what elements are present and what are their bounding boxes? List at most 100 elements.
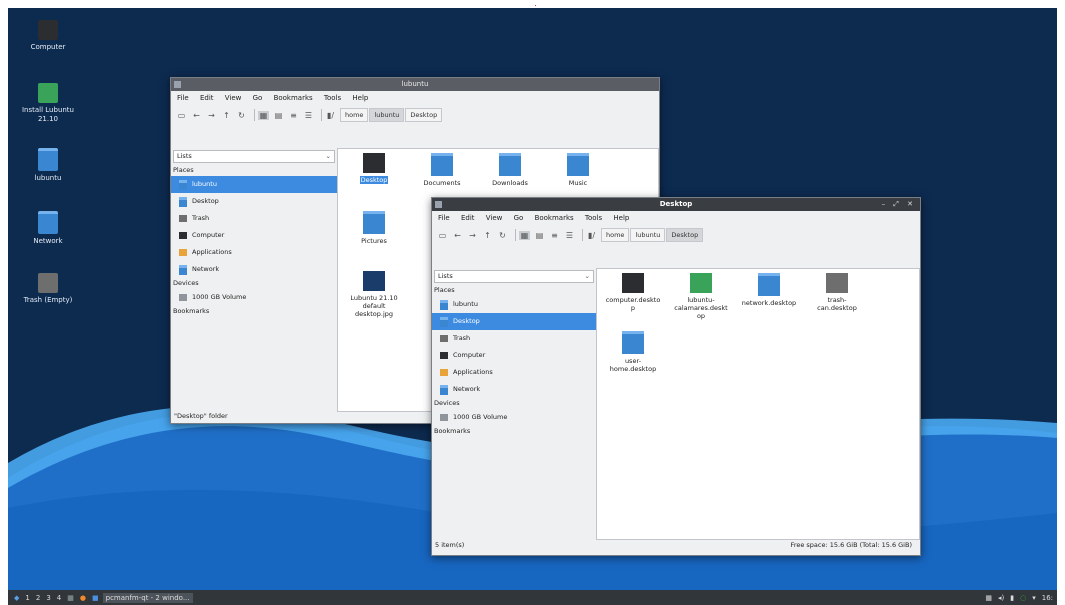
file-item[interactable]: trash- can.desktop [801,273,873,312]
menu-view[interactable]: View [486,214,503,222]
sidebar-item-trash[interactable]: Trash [171,210,337,227]
up-icon[interactable]: ↑ [482,231,493,240]
menu-bookmarks[interactable]: Bookmarks [274,94,313,102]
bookmarks-heading: Bookmarks [434,427,471,435]
file-item[interactable]: Lubuntu 21.10 default desktop.jpg [338,271,410,318]
reload-icon[interactable]: ↻ [497,231,508,240]
file-item[interactable]: Pictures [338,211,410,245]
breadcrumb-desktop[interactable]: Desktop [405,108,443,122]
workspace-3[interactable]: 3 [46,594,50,602]
sidebar-item-applications[interactable]: Applications [171,244,337,261]
forward-icon[interactable]: → [467,231,478,240]
file-item[interactable]: Desktop [338,153,410,184]
path-root-icon[interactable]: ▮/ [325,111,336,120]
firefox-icon[interactable]: ● [80,594,86,602]
new-tab-icon[interactable]: ▭ [176,111,187,120]
desktop-icon-install[interactable]: Install Lubuntu 21.10 [18,83,78,124]
back-icon[interactable]: ← [191,111,202,120]
window-controls[interactable]: – ⤢ ✕ [882,198,916,211]
update-icon[interactable]: ◌ [1020,594,1026,602]
file-manager-window-desktop[interactable]: Desktop – ⤢ ✕ File Edit View Go Bookmark… [431,197,921,556]
sidebar-item-computer[interactable]: Computer [432,347,596,364]
sidebar-item-applications[interactable]: Applications [432,364,596,381]
menu-file[interactable]: File [177,94,189,102]
desktop-icon-network[interactable]: Network [18,211,78,246]
menu-file[interactable]: File [438,214,450,222]
up-icon[interactable]: ↑ [221,111,232,120]
sidebar-item-desktop[interactable]: Desktop [171,193,337,210]
compact-view-icon[interactable]: ≡ [288,111,299,120]
start-menu-icon[interactable]: ◆ [14,594,19,602]
task-button-pcmanfm[interactable]: pcmanfm-qt - 2 windo... [102,592,193,603]
file-item[interactable]: lubuntu- calamares.deskt op [665,273,737,320]
window-titlebar[interactable]: lubuntu [171,78,659,91]
computer-icon [179,232,187,239]
file-item[interactable]: user- home.desktop [597,331,669,373]
breadcrumb-lubuntu[interactable]: lubuntu [369,108,405,122]
menu-tools[interactable]: Tools [324,94,341,102]
installer-icon [38,83,58,103]
file-name: Pictures [361,237,387,245]
breadcrumb-home[interactable]: home [601,228,630,242]
menu-view[interactable]: View [225,94,242,102]
sidebar-item-computer[interactable]: Computer [171,227,337,244]
menu-tools[interactable]: Tools [585,214,602,222]
menu-help[interactable]: Help [613,214,629,222]
places-heading: Places [173,166,194,174]
icon-view-icon[interactable]: ▦ [258,110,269,120]
clock[interactable]: 16: [1042,594,1053,602]
thumbnail-view-icon[interactable]: ▤ [534,231,545,240]
thumbnail-view-icon[interactable]: ▤ [273,111,284,120]
sidebar-item-volume[interactable]: 1000 GB Volume [171,289,337,306]
battery-icon[interactable]: ▮ [1010,594,1014,602]
workspace-4[interactable]: 4 [57,594,61,602]
file-item[interactable]: Downloads [474,153,546,187]
menu-go[interactable]: Go [514,214,524,222]
image-file-icon [363,271,385,291]
menu-go[interactable]: Go [253,94,263,102]
menu-edit[interactable]: Edit [461,214,475,222]
sidebar-item-volume[interactable]: 1000 GB Volume [432,409,596,426]
detail-view-icon[interactable]: ☰ [564,231,575,240]
breadcrumb-home[interactable]: home [340,108,369,122]
breadcrumb-desktop[interactable]: Desktop [666,228,704,242]
sidebar-item-network[interactable]: Network [432,381,596,398]
menu-help[interactable]: Help [352,94,368,102]
icon-view-icon[interactable]: ▦ [519,230,530,240]
workspace-2[interactable]: 2 [36,594,40,602]
file-view[interactable]: computer.deskto p lubuntu- calamares.des… [596,268,920,540]
file-item[interactable]: Music [542,153,614,187]
sidebar-item-desktop[interactable]: Desktop [432,313,596,330]
window-titlebar[interactable]: Desktop – ⤢ ✕ [432,198,920,211]
side-pane-mode-select[interactable]: Lists ⌄ [434,270,594,283]
menu-edit[interactable]: Edit [200,94,214,102]
sidebar-item-network[interactable]: Network [171,261,337,278]
sidebar-item-trash[interactable]: Trash [432,330,596,347]
compact-view-icon[interactable]: ≡ [549,231,560,240]
file-item[interactable]: network.desktop [733,273,805,307]
desktop-icon-home[interactable]: lubuntu [18,148,78,183]
desktop-icon-computer[interactable]: Computer [18,20,78,52]
volume-icon[interactable]: ◂) [998,594,1004,602]
menu-bookmarks[interactable]: Bookmarks [535,214,574,222]
reload-icon[interactable]: ↻ [236,111,247,120]
new-tab-icon[interactable]: ▭ [437,231,448,240]
show-desktop-icon[interactable]: ▦ [67,594,74,602]
file-manager-icon[interactable]: ■ [92,594,99,602]
detail-view-icon[interactable]: ☰ [303,111,314,120]
side-pane-mode-select[interactable]: Lists ⌄ [173,150,335,163]
sidebar-item-lubuntu[interactable]: lubuntu [171,176,337,193]
file-item[interactable]: computer.deskto p [597,273,669,312]
workspace-1[interactable]: 1 [25,594,29,602]
network-tray-icon[interactable]: ▾ [1032,594,1036,602]
breadcrumb-lubuntu[interactable]: lubuntu [630,228,666,242]
keyboard-icon[interactable]: ▦ [985,594,992,602]
file-name: lubuntu- calamares.deskt op [674,296,728,320]
sidebar-item-lubuntu[interactable]: lubuntu [432,296,596,313]
file-item[interactable]: Documents [406,153,478,187]
path-root-icon[interactable]: ▮/ [586,231,597,240]
back-icon[interactable]: ← [452,231,463,240]
desktop-icon-trash[interactable]: Trash (Empty) [18,273,78,305]
taskbar: ◆ 1 2 3 4 ▦ ● ■ pcmanfm-qt - 2 windo... … [8,590,1057,605]
forward-icon[interactable]: → [206,111,217,120]
